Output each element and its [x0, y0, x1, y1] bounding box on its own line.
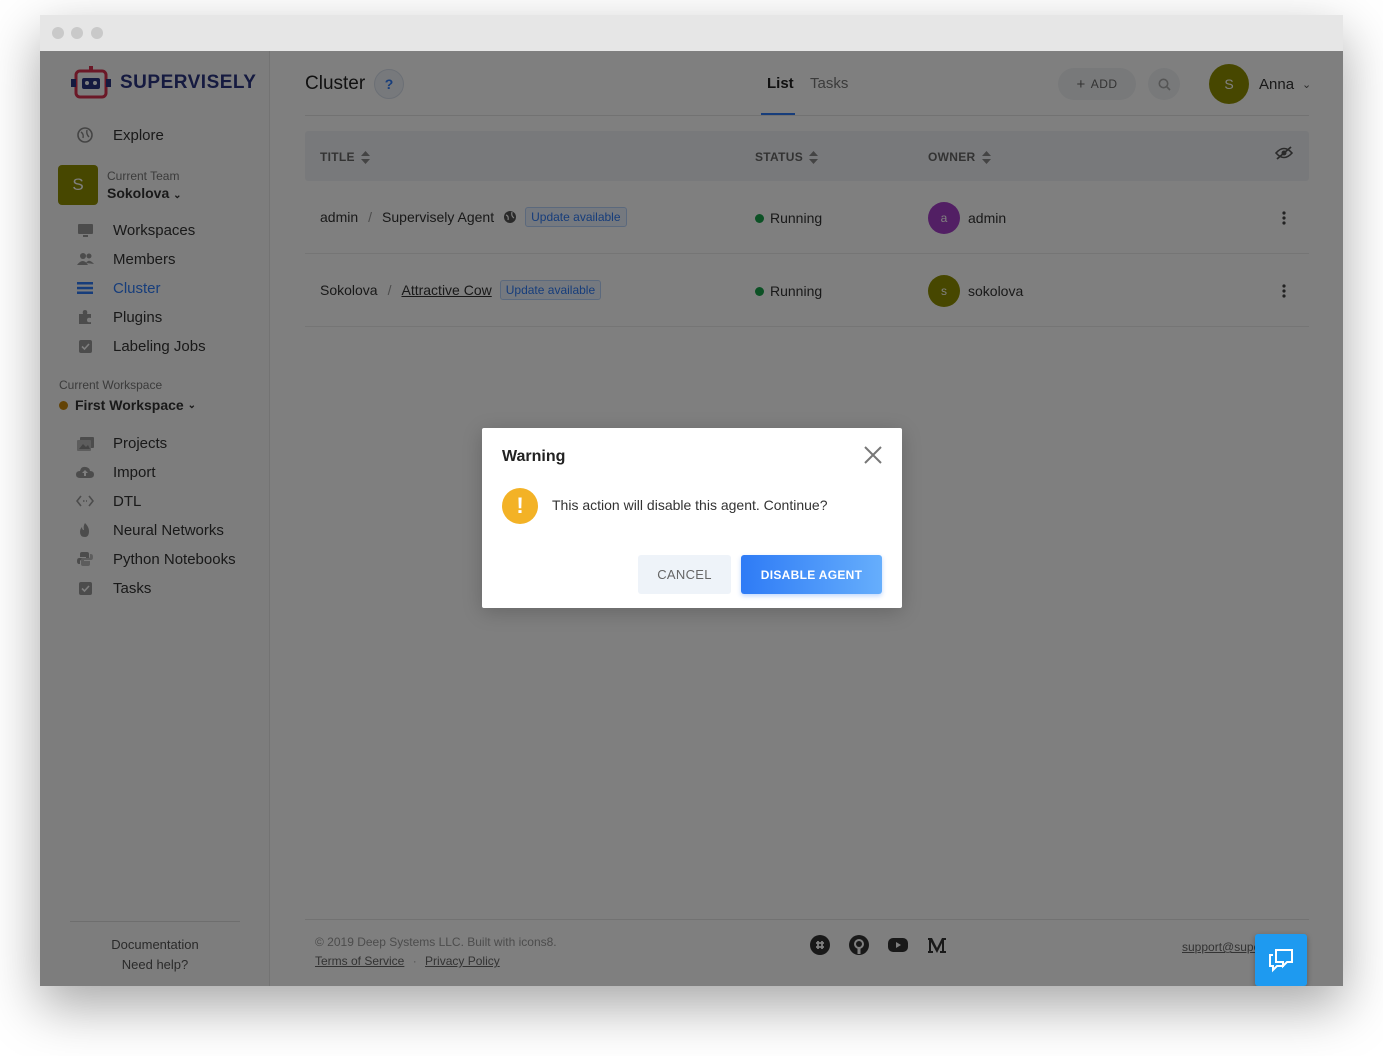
window-minimize-dot[interactable] — [71, 27, 83, 39]
window-close-dot[interactable] — [52, 27, 64, 39]
window-titlebar — [40, 15, 1343, 51]
chat-button[interactable] — [1255, 934, 1307, 986]
warning-icon: ! — [502, 488, 538, 524]
chat-icon — [1269, 949, 1293, 973]
window-maximize-dot[interactable] — [91, 27, 103, 39]
dialog-title: Warning — [502, 448, 566, 465]
disable-agent-button[interactable]: DISABLE AGENT — [741, 555, 882, 594]
warning-dialog: Warning ! This action will disable this … — [482, 428, 902, 608]
close-button[interactable] — [863, 445, 883, 465]
close-icon — [864, 446, 882, 464]
dialog-message: This action will disable this agent. Con… — [552, 497, 828, 513]
cancel-button[interactable]: CANCEL — [638, 555, 731, 594]
